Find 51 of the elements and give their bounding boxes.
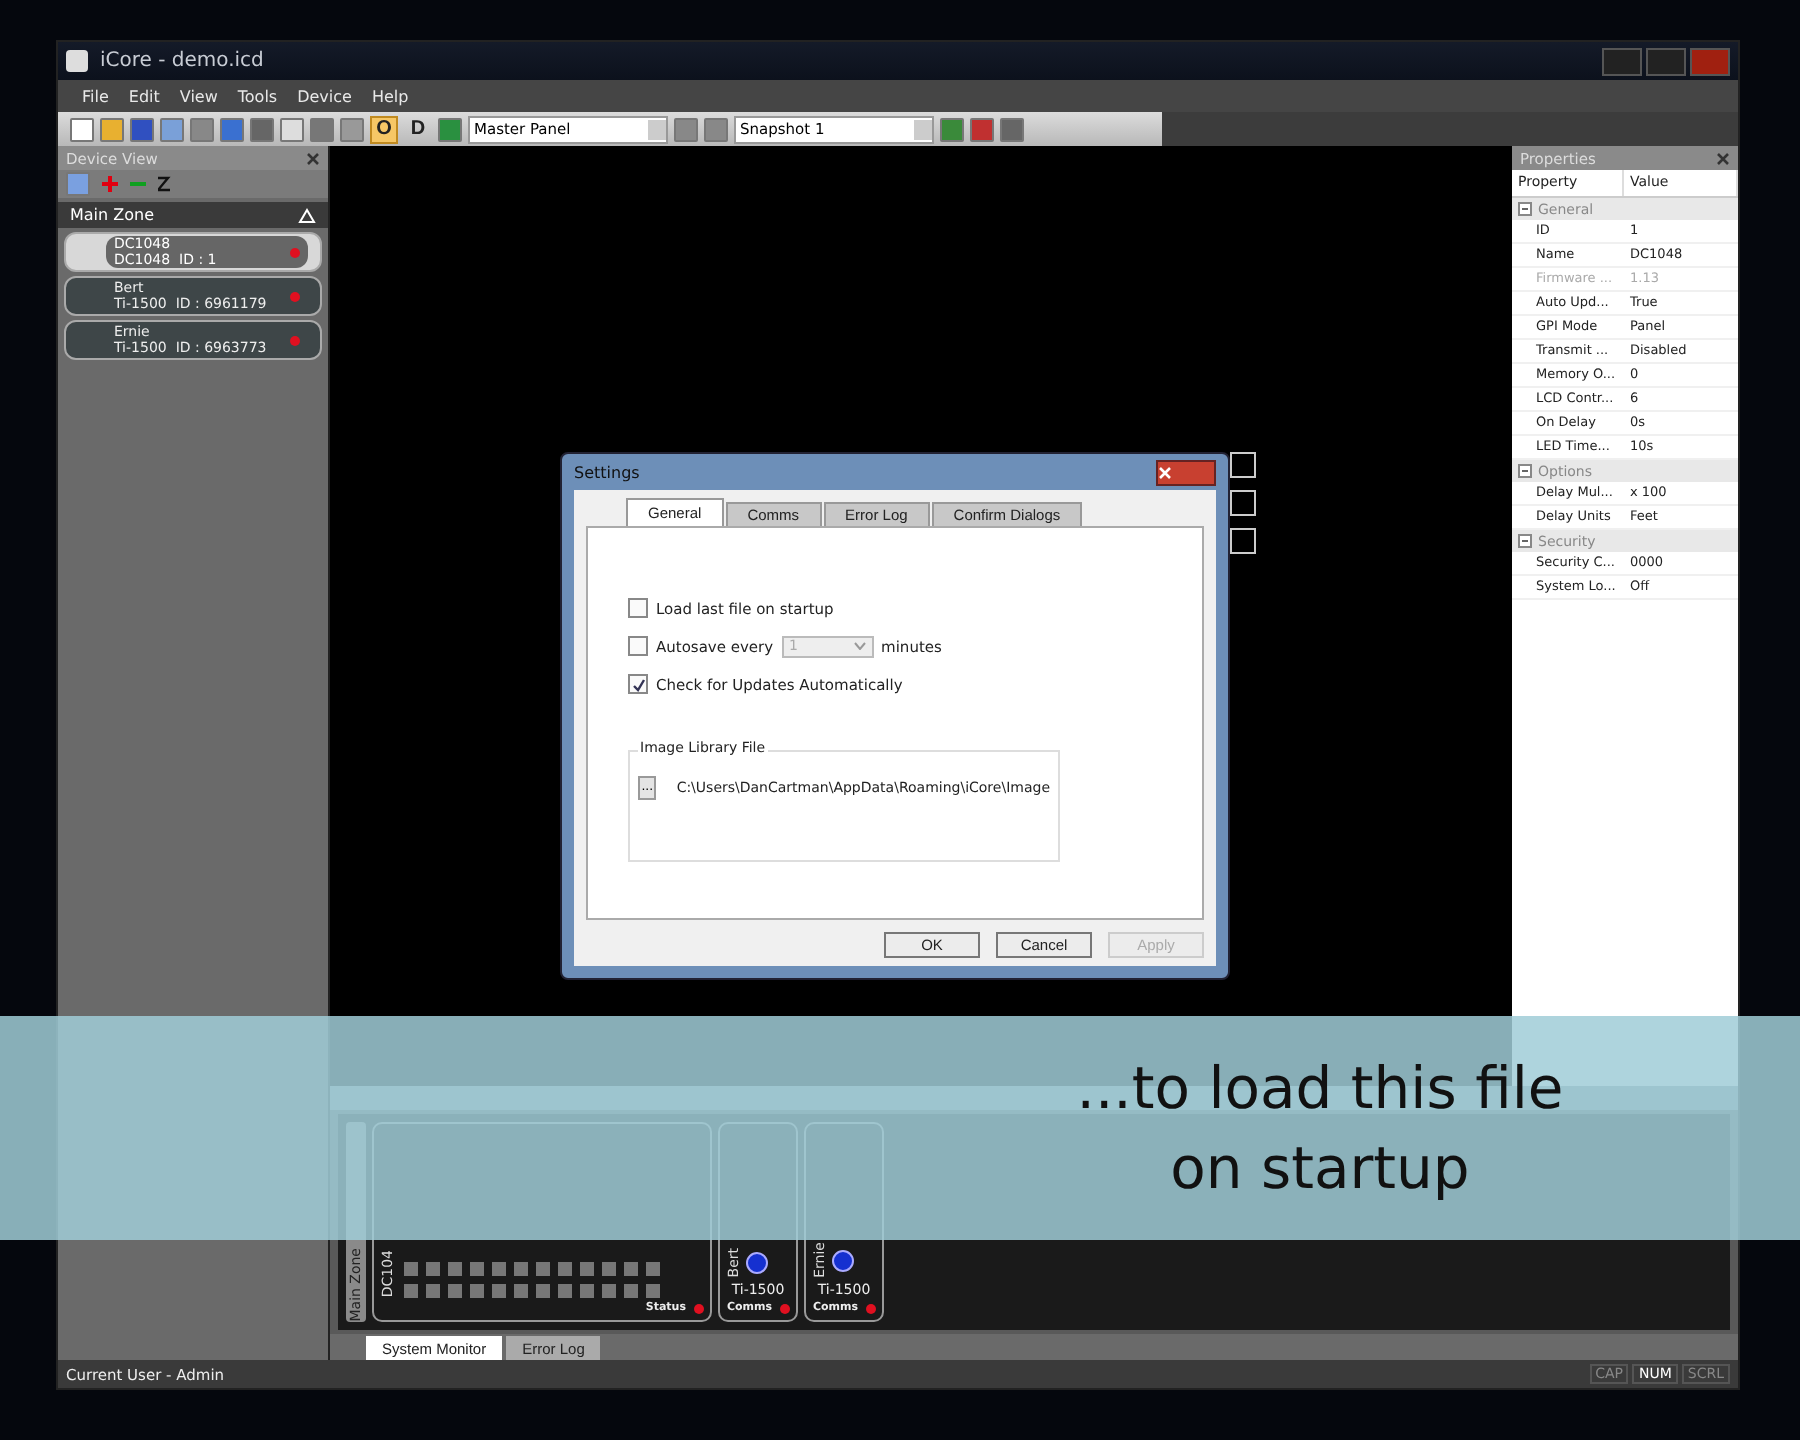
toolbar-icon[interactable]	[100, 117, 124, 141]
menu-item[interactable]: Tools	[229, 87, 286, 105]
toolbar-icon[interactable]	[674, 117, 698, 141]
toolbar-icon[interactable]	[130, 117, 154, 141]
minimize-button[interactable]	[1602, 47, 1642, 75]
status-dot	[780, 1303, 790, 1313]
close-button[interactable]	[1156, 459, 1216, 485]
status-dot	[290, 291, 300, 301]
menu-item[interactable]: Help	[363, 87, 417, 105]
checkbox[interactable]	[628, 674, 648, 694]
zigzag-icon[interactable]	[158, 176, 174, 192]
maximize-button[interactable]	[1646, 47, 1686, 75]
window-title: iCore - demo.icd	[100, 50, 264, 72]
menu-item[interactable]: View	[171, 87, 226, 105]
toolbar-icon[interactable]	[70, 117, 94, 141]
square-icon	[1230, 490, 1256, 516]
collapse-icon[interactable]	[1518, 464, 1532, 478]
check-icon	[631, 677, 645, 691]
caption-text: ...to load this file	[1074, 1052, 1566, 1126]
checkbox[interactable]	[628, 636, 648, 656]
toggle-button[interactable]: D	[404, 115, 432, 143]
close-icon[interactable]	[306, 151, 320, 165]
menu-item[interactable]: Device	[289, 87, 360, 105]
toolbar-icon[interactable]	[340, 117, 364, 141]
status-dot	[694, 1303, 704, 1313]
app-icon	[66, 50, 88, 72]
collapse-icon[interactable]	[1518, 534, 1532, 548]
toolbar-icon[interactable]	[190, 117, 214, 141]
toolbar-icon[interactable]	[280, 117, 304, 141]
toolbar-icon[interactable]	[704, 117, 728, 141]
toolbar-icon[interactable]	[250, 117, 274, 141]
knob-icon[interactable]	[832, 1249, 854, 1272]
knob-icon[interactable]	[746, 1252, 768, 1275]
caption-text: on startup	[1168, 1132, 1472, 1206]
chevron-icon	[853, 642, 866, 650]
zone-title: Main Zone	[70, 206, 155, 224]
square-icon	[1230, 528, 1256, 554]
toolbar-icon[interactable]	[310, 117, 334, 141]
status-dot	[290, 247, 300, 257]
collapse-icon[interactable]	[1518, 202, 1532, 216]
checkbox[interactable]	[628, 598, 648, 618]
menu-item[interactable]: File	[74, 87, 117, 105]
status-dot	[290, 335, 300, 345]
dialog-title: Settings	[574, 463, 640, 481]
toggle-button[interactable]: O	[370, 115, 398, 143]
menu-item[interactable]: Edit	[120, 87, 168, 105]
close-icon[interactable]	[1716, 151, 1730, 165]
toolbar-icon[interactable]	[160, 117, 184, 141]
status-dot	[866, 1303, 876, 1313]
toolbar-icon[interactable]	[220, 117, 244, 141]
square-icon	[1230, 452, 1256, 478]
